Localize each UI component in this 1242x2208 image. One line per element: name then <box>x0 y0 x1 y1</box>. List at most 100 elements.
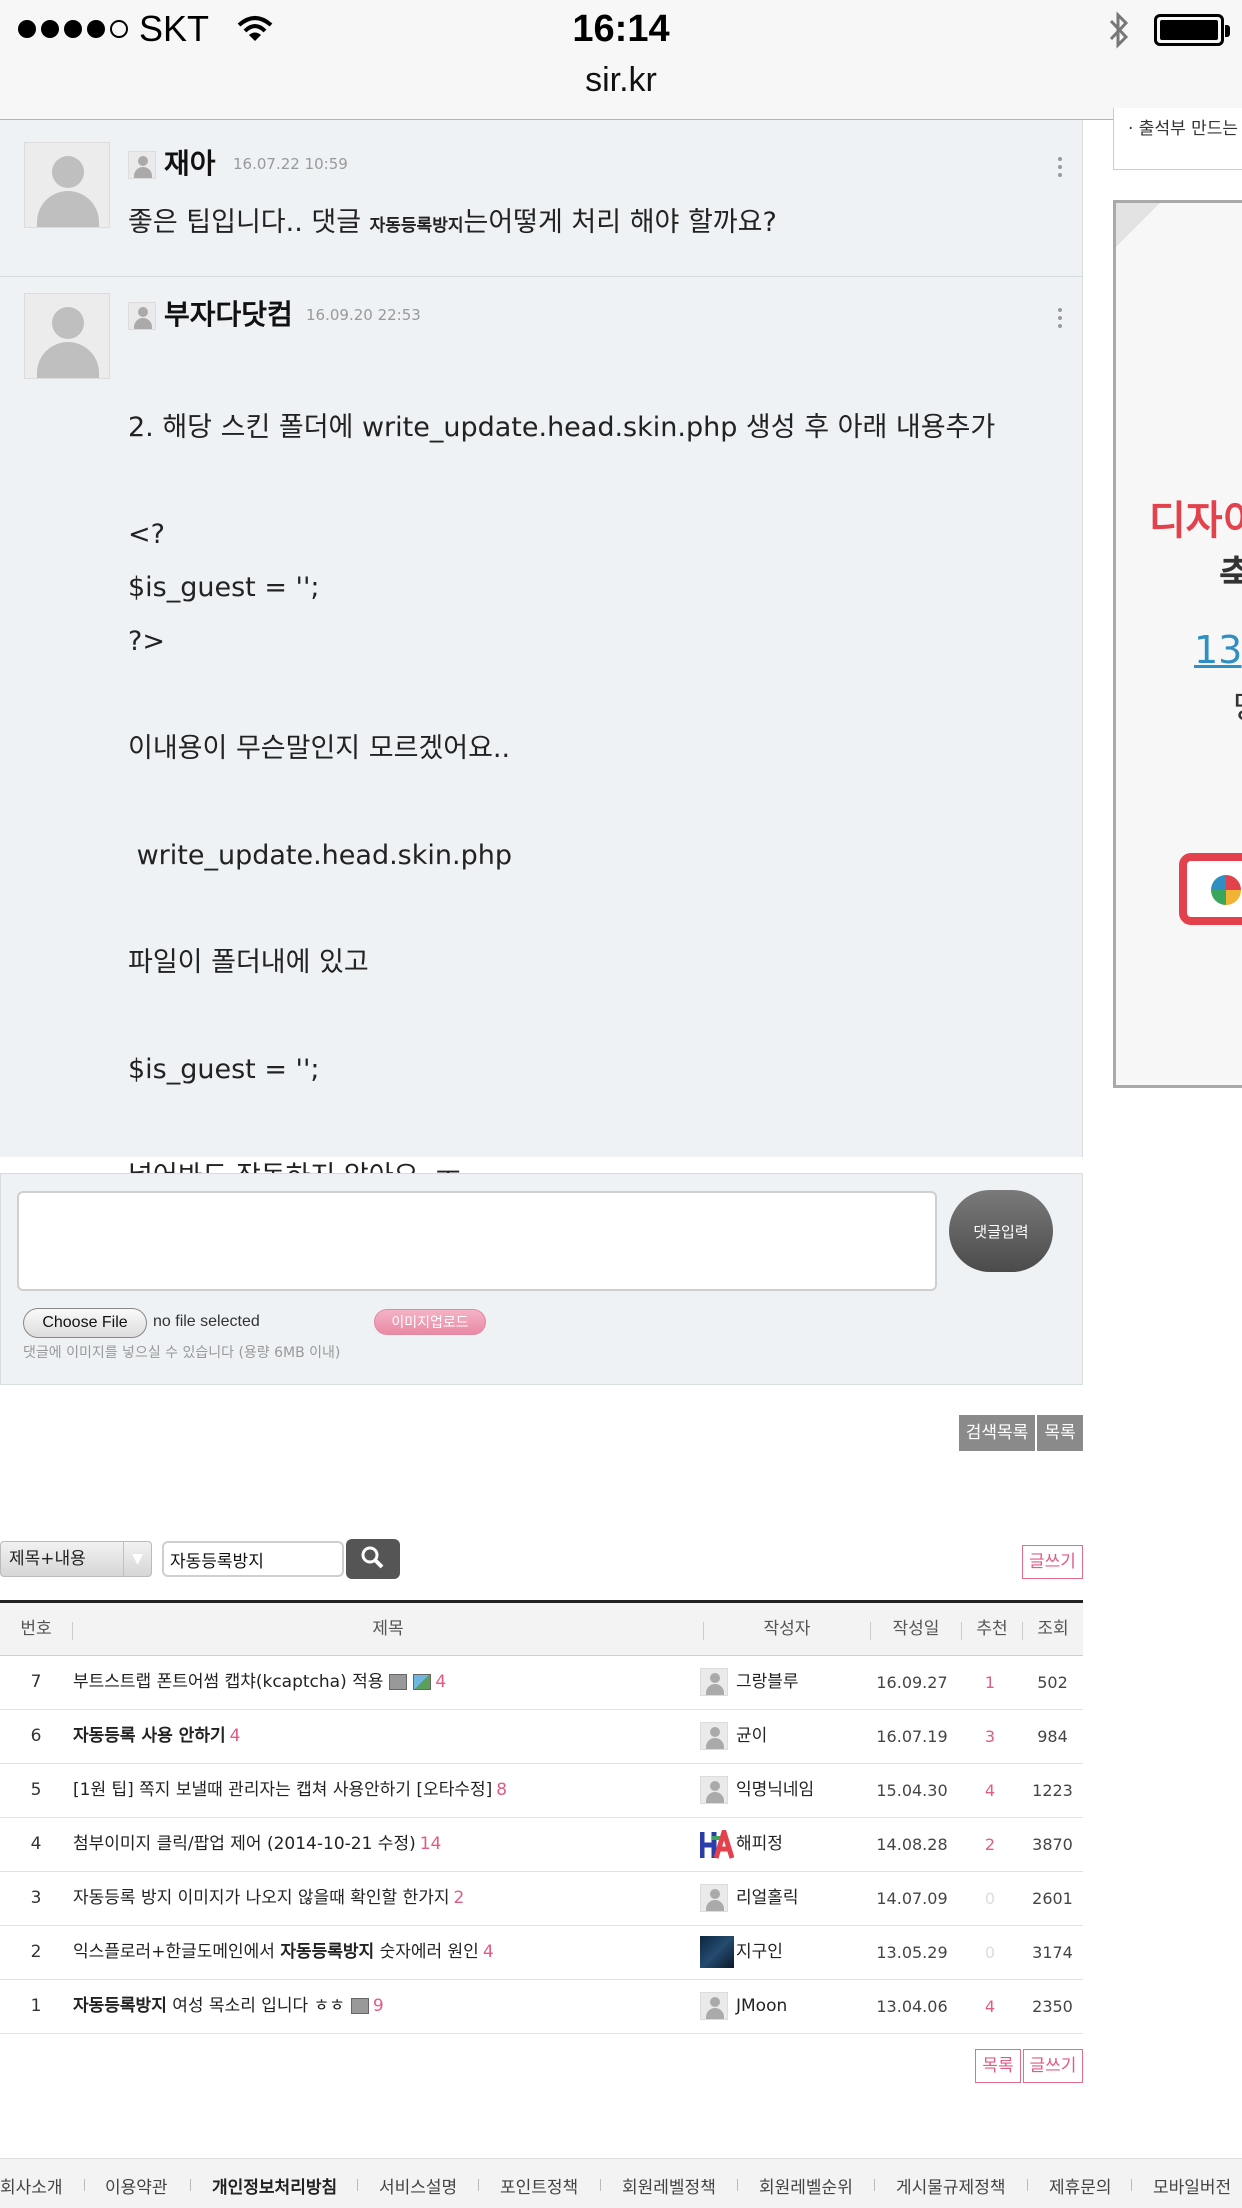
ad-headline: 디자이 <box>1149 498 1242 544</box>
post-views: 502 <box>1037 1673 1068 1692</box>
table-row[interactable]: 7 부트스트랩 폰트어썸 캡챠(kcaptcha) 적용 4 그랑블루 16.09… <box>0 1656 1083 1710</box>
post-number: 2 <box>30 1942 42 1962</box>
ad-button <box>1179 853 1242 925</box>
comment-count: 4 <box>229 1726 241 1746</box>
post-views: 984 <box>1037 1727 1068 1746</box>
comment-form: 댓글입력 Choose File no file selected 이미지업로드… <box>0 1173 1083 1385</box>
post-author[interactable]: 그랑블루 <box>700 1656 860 1709</box>
comment-textarea[interactable] <box>17 1191 937 1291</box>
col-title: 제목 <box>372 1619 404 1639</box>
status-right <box>1108 10 1230 50</box>
footer-link[interactable]: 게시물규제정책 <box>896 2173 1005 2198</box>
table-row[interactable]: 3 자동등록 방지 이미지가 나오지 않을때 확인할 한가지 2 리얼홀릭 14.… <box>0 1872 1083 1926</box>
footer-link[interactable]: 회원레벨순위 <box>759 2173 853 2198</box>
post-author[interactable]: 해피정 <box>700 1818 860 1871</box>
bluetooth-icon <box>1109 11 1129 49</box>
post-title[interactable]: [1원 팁] 쪽지 보낼때 관리자는 캡쳐 사용안하기 [오타수정] 8 <box>73 1764 507 1817</box>
search-input[interactable] <box>162 1541 344 1577</box>
post-title[interactable]: 자동등록 사용 안하기 4 <box>73 1710 240 1763</box>
file-icon <box>389 1674 408 1690</box>
table-row[interactable]: 6 자동등록 사용 안하기 4 균이 16.07.19 3 984 <box>0 1710 1083 1764</box>
comment-date: 16.09.20 22:53 <box>306 306 421 324</box>
comment-count: 9 <box>372 1996 384 2016</box>
chevron-down-icon: ▼ <box>123 1542 151 1576</box>
more-options-icon[interactable] <box>1057 157 1063 181</box>
avatar <box>24 293 110 379</box>
col-number: 번호 <box>20 1619 52 1639</box>
advertisement-banner[interactable]: 디자이 축 13,0 당 <box>1113 200 1242 1088</box>
footer-link[interactable]: 회원레벨정책 <box>622 2173 716 2198</box>
post-number: 4 <box>30 1834 42 1854</box>
image-upload-button[interactable]: 이미지업로드 <box>374 1309 486 1335</box>
col-date: 작성일 <box>892 1619 940 1639</box>
post-author[interactable]: JMoon <box>700 1980 860 2033</box>
post-views: 2601 <box>1032 1889 1073 1908</box>
col-recommend: 추천 <box>976 1619 1008 1639</box>
post-views: 1223 <box>1032 1781 1073 1800</box>
comment-author[interactable]: 부자다닷컴 <box>164 293 293 333</box>
image-icon <box>413 1674 432 1690</box>
footer-link[interactable]: 포인트정책 <box>500 2173 578 2198</box>
search-button[interactable] <box>346 1539 400 1579</box>
footer-link[interactable]: 제휴문의 <box>1049 2173 1112 2198</box>
comment-submit-button[interactable]: 댓글입력 <box>949 1190 1053 1272</box>
post-author[interactable]: 지구인 <box>700 1926 860 1979</box>
post-date: 14.07.09 <box>876 1889 948 1908</box>
footer-link[interactable]: 이용약관 <box>105 2173 168 2198</box>
table-row[interactable]: 1 자동등록방지 여성 목소리 입니다 ㅎㅎ 9 JMoon 13.04.06 4… <box>0 1980 1083 2034</box>
avatar <box>24 142 110 228</box>
ad-text: 당 <box>1233 682 1242 728</box>
list-button[interactable]: 목록 <box>1037 1415 1083 1451</box>
post-author[interactable]: 균이 <box>700 1710 860 1763</box>
ad-link: 13,0 <box>1194 628 1242 672</box>
footer-link[interactable]: 서비스설명 <box>379 2173 457 2198</box>
comment-text: 좋은 팁입니다.. 댓글 자동등록방지는어떻게 처리 해야 할까요? <box>128 207 777 238</box>
post-number: 1 <box>30 1996 42 2016</box>
post-author[interactable]: 리얼홀릭 <box>700 1872 860 1925</box>
status-bar: SKT 16:14 <box>0 0 1242 60</box>
url-bar[interactable]: sir.kr <box>0 60 1242 120</box>
comment-item: 부자다닷컴 16.09.20 22:53 2. 해당 스킨 폴더에 write_… <box>0 277 1083 1192</box>
more-options-icon[interactable] <box>1057 308 1063 332</box>
list-button-bottom[interactable]: 목록 <box>975 2049 1021 2083</box>
post-views: 3174 <box>1032 1943 1073 1962</box>
comment-author[interactable]: 재아 <box>164 142 216 182</box>
post-title[interactable]: 자동등록 방지 이미지가 나오지 않을때 확인할 한가지 2 <box>73 1872 464 1925</box>
user-icon <box>700 1668 728 1696</box>
post-date: 13.04.06 <box>876 1997 948 2016</box>
post-recommend: 0 <box>984 1889 996 1908</box>
post-title[interactable]: 자동등록방지 여성 목소리 입니다 ㅎㅎ 9 <box>73 1980 384 2033</box>
footer-link[interactable]: 모바일버전 <box>1153 2173 1231 2198</box>
footer-link[interactable]: 회사소개 <box>0 2173 63 2198</box>
post-title[interactable]: 첨부이미지 클릭/팝업 제어 (2014-10-21 수정) 14 <box>73 1818 441 1871</box>
sidebar-notice[interactable]: · 출석부 만드는 <box>1113 108 1242 170</box>
table-row[interactable]: 2 익스플로러+한글도메인에서 자동등록방지 숫자에러 원인 4 지구인 13.0… <box>0 1926 1083 1980</box>
post-date: 15.04.30 <box>876 1781 948 1800</box>
choose-file-button[interactable]: Choose File <box>23 1308 147 1338</box>
footer-links: 회사소개 이용약관 개인정보처리방침 서비스설명 포인트정책 회원레벨정책 회원… <box>0 2158 1242 2208</box>
clover-icon <box>1211 875 1241 905</box>
write-button-bottom[interactable]: 글쓰기 <box>1023 2049 1083 2083</box>
comment-line: ?> <box>128 625 165 657</box>
col-views: 조회 <box>1037 1619 1069 1639</box>
comment-line: $is_guest = ''; <box>128 572 320 603</box>
table-row[interactable]: 5 [1원 팁] 쪽지 보낼때 관리자는 캡쳐 사용안하기 [오타수정] 8 익명… <box>0 1764 1083 1818</box>
search-list-button[interactable]: 검색목록 <box>959 1415 1035 1451</box>
user-icon <box>700 1776 728 1804</box>
col-author: 작성자 <box>763 1619 811 1639</box>
post-author[interactable]: 익명닉네임 <box>700 1764 860 1817</box>
comment-line: 이내용이 무슨말인지 모르겠어요.. <box>128 732 511 764</box>
post-date: 13.05.29 <box>876 1943 948 1962</box>
search-field-select[interactable]: 제목+내용 ▼ <box>0 1541 152 1577</box>
post-number: 7 <box>30 1672 42 1692</box>
write-button[interactable]: 글쓰기 <box>1022 1545 1083 1579</box>
footer-link[interactable]: 개인정보처리방침 <box>212 2173 337 2198</box>
post-views: 3870 <box>1032 1835 1073 1854</box>
comment-line: <? <box>128 518 165 550</box>
post-title[interactable]: 부트스트랩 폰트어썸 캡챠(kcaptcha) 적용 4 <box>73 1656 446 1709</box>
user-icon <box>700 1722 728 1750</box>
comment-count: 8 <box>496 1780 508 1800</box>
post-title[interactable]: 익스플로러+한글도메인에서 자동등록방지 숫자에러 원인 4 <box>73 1926 494 1979</box>
table-row[interactable]: 4 첨부이미지 클릭/팝업 제어 (2014-10-21 수정) 14 해피정 1… <box>0 1818 1083 1872</box>
post-recommend: 2 <box>984 1835 996 1854</box>
